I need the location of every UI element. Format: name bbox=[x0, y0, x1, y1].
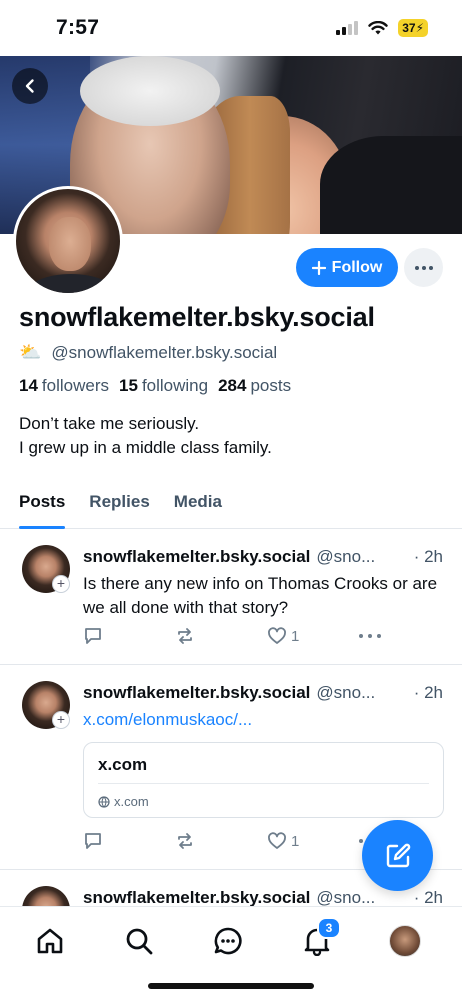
wifi-icon bbox=[368, 20, 388, 34]
post-author[interactable]: snowflakemelter.bsky.social bbox=[83, 547, 310, 567]
post-author[interactable]: snowflakemelter.bsky.social bbox=[83, 683, 310, 703]
plus-icon bbox=[311, 260, 326, 275]
post-header: snowflakemelter.bsky.social @sno... · 2h bbox=[83, 683, 443, 703]
profile-stats: 14 followers 15 following 284 posts bbox=[19, 376, 291, 396]
profile-bio: Don’t take me seriously. I grew up in a … bbox=[19, 412, 272, 460]
link-card-divider bbox=[98, 783, 429, 784]
tab-media[interactable]: Media bbox=[174, 484, 222, 528]
sun-cloud-icon: ⛅ bbox=[19, 342, 42, 362]
post-header: snowflakemelter.bsky.social @sno... · 2h bbox=[83, 888, 443, 906]
post-author[interactable]: snowflakemelter.bsky.social bbox=[83, 888, 310, 906]
ellipsis-icon bbox=[359, 634, 381, 638]
follow-label: Follow bbox=[331, 258, 383, 276]
tab-posts[interactable]: Posts bbox=[19, 484, 66, 529]
like-count: 1 bbox=[291, 832, 300, 850]
bio-line: I grew up in a middle class family. bbox=[19, 438, 272, 457]
post-item[interactable]: + snowflakemelter.bsky.social @sno... · … bbox=[0, 529, 462, 665]
back-button[interactable] bbox=[12, 68, 48, 104]
profile-handle: @snowflakemelter.bsky.social bbox=[51, 342, 278, 362]
post-time: · 2h bbox=[413, 547, 443, 566]
repost-icon bbox=[178, 833, 192, 849]
nav-notifications[interactable]: 3 bbox=[299, 917, 341, 959]
posts-stat: 284 posts bbox=[218, 376, 292, 395]
following-stat[interactable]: 15 following bbox=[119, 376, 208, 396]
home-icon bbox=[37, 928, 63, 954]
nav-search[interactable] bbox=[121, 923, 157, 959]
reply-icon bbox=[85, 628, 101, 644]
battery-indicator: 37⚡ bbox=[398, 19, 428, 37]
repost-button[interactable] bbox=[175, 831, 267, 851]
heart-icon bbox=[268, 627, 286, 644]
status-icons: 37⚡ bbox=[336, 19, 428, 37]
post-handle: @sno... bbox=[316, 888, 376, 906]
post-time: · 2h bbox=[413, 683, 443, 702]
post-avatar[interactable] bbox=[22, 886, 70, 906]
post-actions: 1 bbox=[83, 626, 383, 646]
compose-pencil-icon bbox=[386, 843, 410, 867]
tab-replies[interactable]: Replies bbox=[89, 484, 149, 528]
nav-profile[interactable] bbox=[387, 923, 423, 959]
post-header: snowflakemelter.bsky.social @sno... · 2h bbox=[83, 547, 443, 567]
post-time: · 2h bbox=[413, 888, 443, 906]
post-handle: @sno... bbox=[316, 683, 376, 702]
status-time: 7:57 bbox=[56, 16, 100, 39]
like-button[interactable]: 1 bbox=[267, 832, 359, 850]
nav-home[interactable] bbox=[32, 923, 68, 959]
ellipsis-icon bbox=[414, 265, 433, 270]
profile-avatar[interactable] bbox=[13, 186, 123, 296]
follow-plus-badge[interactable]: + bbox=[52, 575, 70, 593]
chevron-left-icon bbox=[25, 79, 34, 93]
post-text: Is there any new info on Thomas Crooks o… bbox=[83, 574, 438, 617]
like-button[interactable]: 1 bbox=[267, 627, 359, 645]
reply-button[interactable] bbox=[83, 626, 175, 646]
reply-icon bbox=[85, 833, 101, 849]
heart-icon bbox=[268, 832, 286, 849]
link-preview-card[interactable]: x.com x.com bbox=[83, 742, 444, 818]
post-actions: 1 bbox=[83, 831, 383, 851]
nav-chat[interactable] bbox=[210, 923, 246, 959]
user-avatar bbox=[389, 925, 421, 957]
post-link[interactable]: x.com/elonmuskaoc/... bbox=[83, 708, 447, 732]
search-icon bbox=[126, 928, 153, 955]
handle-row: ⛅ @snowflakemelter.bsky.social bbox=[19, 342, 277, 363]
follow-button[interactable]: Follow bbox=[296, 248, 398, 287]
repost-icon bbox=[178, 628, 192, 644]
profile-tabs: Posts Replies Media bbox=[0, 484, 462, 529]
display-name: snowflakemelter.bsky.social bbox=[19, 302, 375, 332]
status-bar: 7:57 37⚡ bbox=[0, 0, 462, 56]
compose-post-button[interactable] bbox=[362, 820, 433, 891]
follow-plus-badge[interactable]: + bbox=[52, 711, 70, 729]
link-card-domain: x.com bbox=[98, 794, 149, 809]
link-card-title: x.com bbox=[98, 755, 148, 774]
globe-icon bbox=[98, 795, 110, 808]
followers-stat[interactable]: 14 followers bbox=[19, 376, 109, 396]
reply-button[interactable] bbox=[83, 831, 175, 851]
bio-line: Don’t take me seriously. bbox=[19, 414, 200, 433]
chat-bubble-icon bbox=[214, 927, 242, 955]
repost-button[interactable] bbox=[175, 626, 267, 646]
like-count: 1 bbox=[291, 627, 300, 645]
notification-badge: 3 bbox=[317, 917, 341, 939]
more-options-button[interactable] bbox=[404, 248, 443, 287]
post-more-button[interactable] bbox=[359, 634, 381, 638]
post-handle: @sno... bbox=[316, 547, 376, 566]
home-indicator bbox=[148, 983, 314, 989]
cellular-signal-icon bbox=[336, 21, 359, 35]
